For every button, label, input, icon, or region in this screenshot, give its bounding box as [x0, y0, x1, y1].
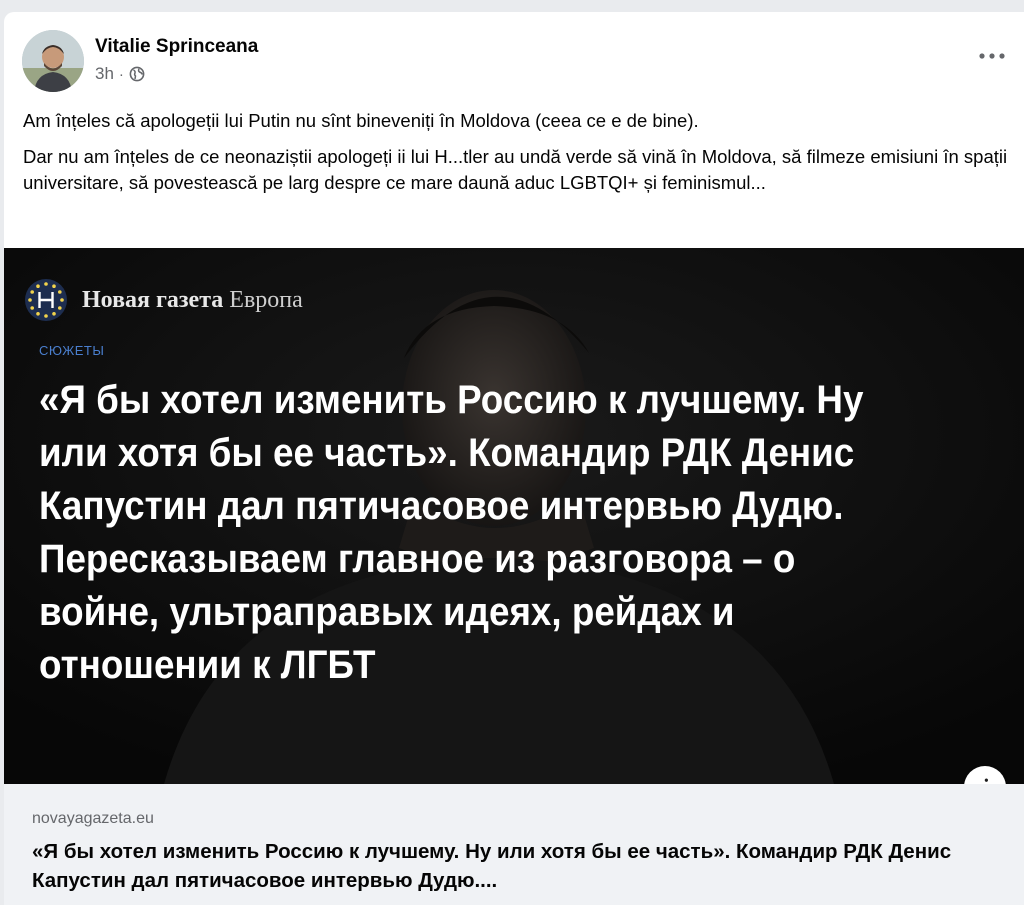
meta-separator: ·: [118, 65, 124, 83]
rubric-label: СЮЖЕТЫ: [39, 343, 105, 358]
more-options-button[interactable]: [974, 44, 1010, 68]
avatar[interactable]: [22, 30, 84, 92]
avatar-photo: [22, 30, 84, 92]
preview-footer[interactable]: novayagazeta.eu «Я бы хотел изменить Рос…: [4, 784, 1024, 905]
link-preview[interactable]: Новая газета Европа СЮЖЕТЫ «Я бы хотел и…: [4, 248, 1024, 905]
more-horizontal-icon: [979, 53, 1005, 59]
brand: Новая газета Европа: [24, 278, 303, 322]
post-meta: 3h ·: [95, 64, 145, 84]
author-name[interactable]: Vitalie Sprinceana: [95, 36, 258, 58]
post-body: Am înțeles că apologeții lui Putin nu sî…: [23, 108, 1008, 206]
brand-name-bold: Новая газета: [82, 286, 224, 313]
image-headline: «Я бы хотел изменить Россию к лучшему. Н…: [39, 378, 864, 687]
post-card: Vitalie Sprinceana 3h · Am înțeles că ap…: [4, 12, 1024, 905]
post-time[interactable]: 3h: [95, 64, 114, 84]
post-paragraph: Dar nu am înțeles de ce neonaziștii apol…: [23, 146, 1008, 193]
globe-icon[interactable]: [129, 66, 145, 82]
brand-name-light: Европа: [229, 286, 303, 313]
novaya-gazeta-logo-icon: [25, 279, 67, 321]
post-paragraph: Am înțeles că apologeții lui Putin nu sî…: [23, 110, 699, 131]
preview-image[interactable]: Новая газета Европа СЮЖЕТЫ «Я бы хотел и…: [4, 248, 1024, 784]
link-title[interactable]: «Я бы хотел изменить Россию к лучшему. Н…: [32, 837, 992, 895]
brand-name: Новая газета Европа: [82, 287, 303, 314]
link-domain: novayagazeta.eu: [32, 810, 154, 827]
post-header: Vitalie Sprinceana 3h ·: [4, 12, 1024, 102]
